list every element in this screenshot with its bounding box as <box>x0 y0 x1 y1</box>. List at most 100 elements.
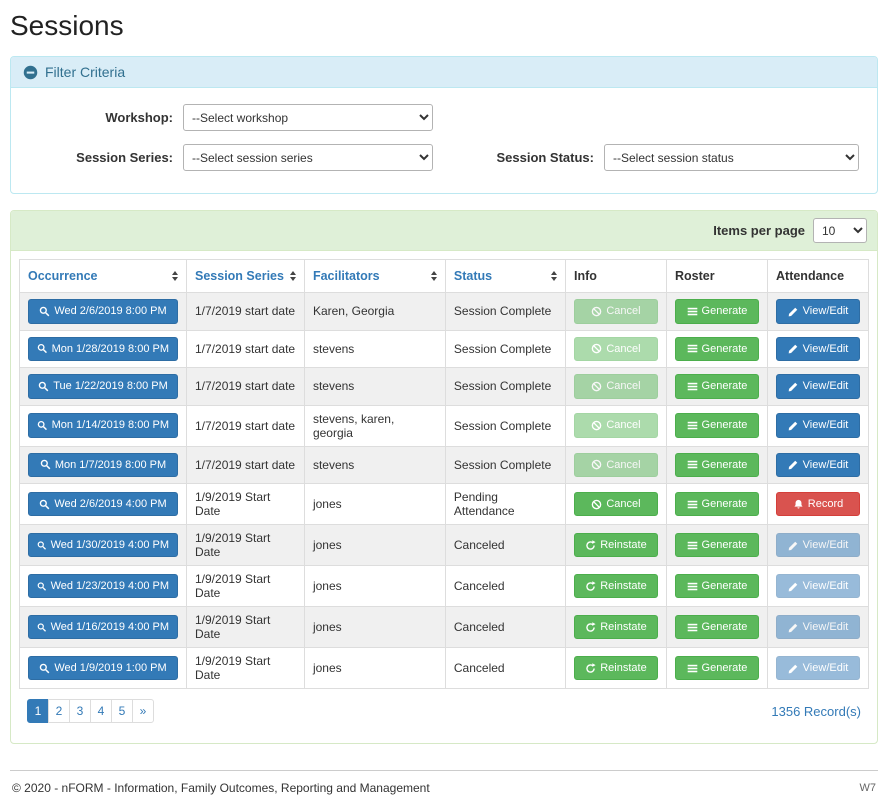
cancel-button[interactable]: Cancel <box>574 374 658 399</box>
occurrence-button[interactable]: Mon 1/7/2019 8:00 PM <box>28 453 178 478</box>
column-header-facilitators[interactable]: Facilitators <box>304 260 445 293</box>
button-label: Generate <box>702 619 748 636</box>
button-label: Reinstate <box>600 537 646 554</box>
generate-button[interactable]: Generate <box>675 533 759 558</box>
view-edit-button[interactable]: View/Edit <box>776 453 860 478</box>
occurrence-cell: Wed 1/16/2019 4:00 PM <box>20 607 187 648</box>
view-edit-button[interactable]: View/Edit <box>776 374 860 399</box>
ban-icon <box>591 306 602 317</box>
pagination-page-2[interactable]: 2 <box>48 699 70 723</box>
occurrence-button[interactable]: Wed 1/9/2019 1:00 PM <box>28 656 178 681</box>
generate-button[interactable]: Generate <box>675 453 759 478</box>
view-edit-button[interactable]: View/Edit <box>776 574 860 599</box>
filter-panel-title: Filter Criteria <box>45 64 125 80</box>
attendance-cell: View/Edit <box>768 330 869 368</box>
button-label: Generate <box>702 496 748 513</box>
sort-arrows-icon[interactable] <box>431 271 437 281</box>
reinstate-button[interactable]: Reinstate <box>574 574 658 599</box>
view-edit-button[interactable]: View/Edit <box>776 533 860 558</box>
session-series-cell: 1/9/2019 Start Date <box>187 648 305 689</box>
reinstate-button[interactable]: Reinstate <box>574 533 658 558</box>
occurrence-cell: Mon 1/28/2019 8:00 PM <box>20 330 187 368</box>
occurrence-button[interactable]: Wed 1/30/2019 4:00 PM <box>28 533 178 558</box>
reinstate-button[interactable]: Reinstate <box>574 656 658 681</box>
record-button[interactable]: Record <box>776 492 860 517</box>
sort-arrows-icon[interactable] <box>290 271 296 281</box>
pagination-page-5[interactable]: 5 <box>111 699 133 723</box>
column-label: Facilitators <box>313 269 380 283</box>
items-per-page-select[interactable]: 10 <box>813 218 867 243</box>
footer-copyright: © 2020 - nFORM - Information, Family Out… <box>12 781 430 795</box>
view-edit-button[interactable]: View/Edit <box>776 656 860 681</box>
view-edit-button[interactable]: View/Edit <box>776 413 860 438</box>
occurrence-button[interactable]: Wed 1/23/2019 4:00 PM <box>28 574 178 599</box>
column-header-occurrence[interactable]: Occurrence <box>20 260 187 293</box>
cancel-button[interactable]: Cancel <box>574 337 658 362</box>
occurrence-button[interactable]: Wed 2/6/2019 4:00 PM <box>28 492 178 517</box>
occurrence-button[interactable]: Mon 1/14/2019 8:00 PM <box>28 413 178 438</box>
workshop-select[interactable]: --Select workshop <box>183 104 433 131</box>
column-header-attendance: Attendance <box>768 260 869 293</box>
button-label: Reinstate <box>600 660 646 677</box>
occurrence-button[interactable]: Tue 1/22/2019 8:00 PM <box>28 374 178 399</box>
session-series-cell: 1/9/2019 Start Date <box>187 525 305 566</box>
generate-button[interactable]: Generate <box>675 574 759 599</box>
roster-cell: Generate <box>666 293 767 331</box>
generate-button[interactable]: Generate <box>675 374 759 399</box>
session-status-label: Session Status: <box>454 150 604 165</box>
generate-button[interactable]: Generate <box>675 492 759 517</box>
table-row: Wed 2/6/2019 4:00 PM1/9/2019 Start Datej… <box>20 484 869 525</box>
generate-button[interactable]: Generate <box>675 615 759 640</box>
column-label: Session Series <box>195 269 284 283</box>
pagination-page-4[interactable]: 4 <box>90 699 112 723</box>
occurrence-button[interactable]: Mon 1/28/2019 8:00 PM <box>28 337 178 362</box>
pagination-next[interactable]: » <box>132 699 154 723</box>
generate-button[interactable]: Generate <box>675 656 759 681</box>
session-status-select[interactable]: --Select session status <box>604 144 859 171</box>
roster-cell: Generate <box>666 566 767 607</box>
sort-arrows-icon[interactable] <box>172 271 178 281</box>
session-series-cell: 1/9/2019 Start Date <box>187 566 305 607</box>
cancel-button[interactable]: Cancel <box>574 453 658 478</box>
table-footer: 12345» 1356 Record(s) <box>19 689 869 735</box>
view-edit-button[interactable]: View/Edit <box>776 337 860 362</box>
pencil-icon <box>788 306 799 317</box>
session-series-cell: 1/7/2019 start date <box>187 368 305 406</box>
column-header-session-series[interactable]: Session Series <box>187 260 305 293</box>
generate-button[interactable]: Generate <box>675 413 759 438</box>
search-icon <box>37 540 47 551</box>
cancel-button[interactable]: Cancel <box>574 492 658 517</box>
generate-button[interactable]: Generate <box>675 337 759 362</box>
cancel-button[interactable]: Cancel <box>574 413 658 438</box>
facilitators-cell: stevens <box>304 368 445 406</box>
attendance-cell: View/Edit <box>768 446 869 484</box>
roster-cell: Generate <box>666 648 767 689</box>
occurrence-cell: Wed 1/9/2019 1:00 PM <box>20 648 187 689</box>
list-icon <box>687 306 698 317</box>
filter-panel-heading[interactable]: Filter Criteria <box>11 57 877 88</box>
sort-arrows-icon[interactable] <box>551 271 557 281</box>
generate-button[interactable]: Generate <box>675 299 759 324</box>
button-label: Generate <box>702 537 748 554</box>
session-series-select[interactable]: --Select session series <box>183 144 433 171</box>
button-label: Reinstate <box>600 578 646 595</box>
view-edit-button[interactable]: View/Edit <box>776 299 860 324</box>
column-header-status[interactable]: Status <box>445 260 565 293</box>
session-series-cell: 1/7/2019 start date <box>187 446 305 484</box>
occurrence-button[interactable]: Wed 2/6/2019 8:00 PM <box>28 299 178 324</box>
list-icon <box>687 663 698 674</box>
minus-circle-icon[interactable] <box>23 65 38 80</box>
view-edit-button[interactable]: View/Edit <box>776 615 860 640</box>
table-row: Mon 1/14/2019 8:00 PM1/7/2019 start date… <box>20 405 869 446</box>
cancel-button[interactable]: Cancel <box>574 299 658 324</box>
button-label: Wed 1/23/2019 4:00 PM <box>51 578 169 595</box>
reinstate-button[interactable]: Reinstate <box>574 615 658 640</box>
button-label: Wed 2/6/2019 8:00 PM <box>54 303 166 320</box>
occurrence-button[interactable]: Wed 1/16/2019 4:00 PM <box>28 615 178 640</box>
pagination-page-3[interactable]: 3 <box>69 699 91 723</box>
session-status-filter-group: Session Status: --Select session status <box>454 144 859 171</box>
button-label: Cancel <box>606 378 640 395</box>
button-label: View/Edit <box>803 457 849 474</box>
button-label: Generate <box>702 660 748 677</box>
pagination-page-1[interactable]: 1 <box>27 699 49 723</box>
